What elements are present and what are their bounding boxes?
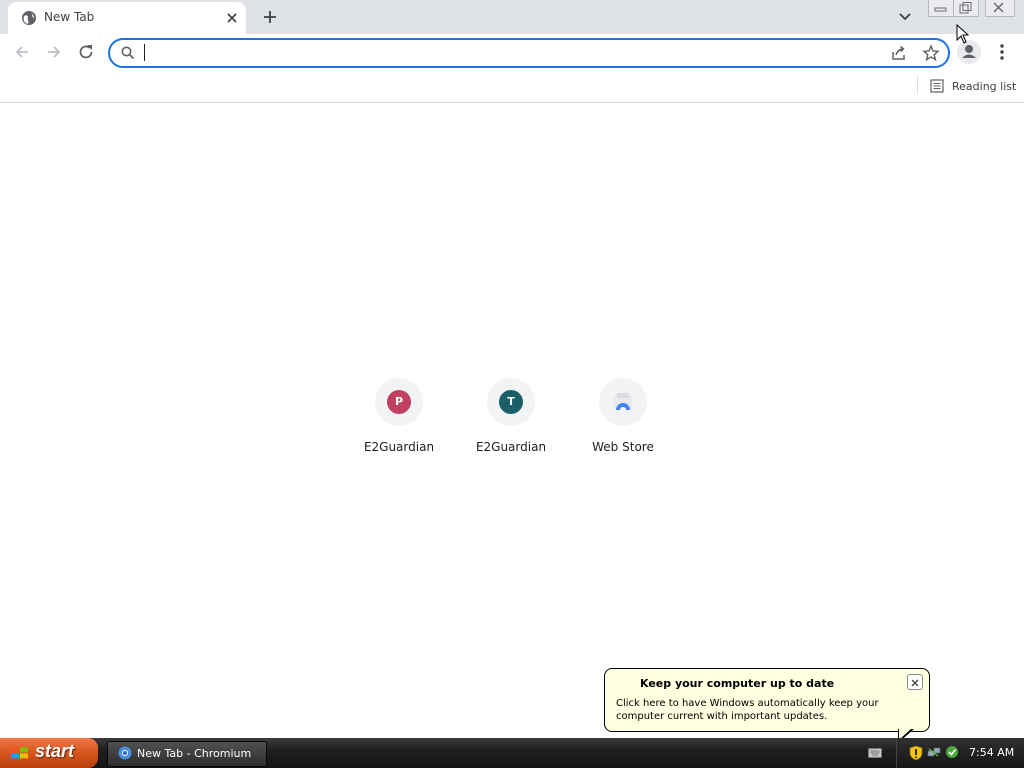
browser-toolbar (0, 34, 1024, 70)
update-notification-balloon[interactable]: Keep your computer up to date Click here… (604, 668, 930, 732)
taskbar-item-chromium[interactable]: New Tab - Chromium (107, 741, 267, 767)
shortcut-label: E2Guardian (363, 440, 435, 454)
system-tray: 7:54 AM (896, 738, 1024, 768)
shortcut-letter-icon: T (499, 390, 523, 414)
reload-button[interactable] (76, 42, 96, 62)
more-menu-icon[interactable] (993, 42, 1011, 62)
start-button[interactable]: start (0, 738, 98, 768)
web-store-icon (614, 393, 632, 410)
shortcut-icon-circle: P (375, 378, 423, 426)
shortcut-icon-circle: T (487, 378, 535, 426)
minimize-icon (934, 7, 947, 12)
shortcut-tile[interactable]: P E2Guardian (343, 376, 455, 466)
shortcut-letter-icon: P (387, 390, 411, 414)
balloon-text: Click here to have Windows automatically… (616, 698, 879, 722)
restore-button[interactable] (953, 0, 979, 17)
shortcut-label: E2Guardian (475, 440, 547, 454)
network-icon[interactable] (927, 745, 941, 759)
search-icon (121, 46, 135, 60)
tab-strip: New Tab (0, 0, 1024, 34)
share-icon[interactable] (890, 44, 908, 62)
windows-logo-icon (11, 747, 28, 759)
omnibox-input[interactable] (142, 43, 876, 65)
shortcut-label: Web Store (592, 440, 654, 454)
mouse-cursor-icon (956, 24, 970, 44)
clock[interactable]: 7:54 AM (969, 746, 1014, 759)
start-label: start (35, 741, 75, 761)
address-bar[interactable] (108, 38, 950, 68)
balloon-close-button[interactable] (907, 674, 923, 690)
close-icon (911, 679, 919, 687)
reading-list-icon (930, 79, 944, 93)
reading-list-button[interactable]: Reading list (930, 76, 1016, 96)
close-window-button[interactable] (985, 0, 1015, 17)
globe-icon (22, 11, 36, 25)
shortcut-tile[interactable]: T E2Guardian (455, 376, 567, 466)
chevron-down-icon[interactable] (896, 8, 914, 26)
bookmarks-bar: Reading list (0, 70, 1024, 103)
restore-icon (959, 2, 972, 14)
bookmarks-separator (917, 76, 918, 94)
tab-title: New Tab (44, 10, 95, 24)
text-caret (144, 44, 145, 61)
reading-list-label: Reading list (952, 79, 1017, 93)
security-shield-icon[interactable] (909, 745, 923, 761)
close-tab-icon[interactable] (224, 10, 240, 26)
new-tab-button[interactable] (260, 7, 280, 27)
taskbar-item-label: New Tab - Chromium (137, 747, 252, 760)
close-icon (993, 2, 1004, 13)
minimize-button[interactable] (928, 0, 954, 17)
shortcut-tile[interactable]: Web Store (567, 376, 679, 466)
chromium-icon (118, 746, 132, 760)
forward-button[interactable] (44, 42, 64, 62)
bookmark-star-icon[interactable] (922, 44, 940, 62)
tab-new-tab[interactable]: New Tab (8, 2, 246, 34)
keyboard-icon[interactable] (868, 747, 882, 759)
shortcut-icon-circle (599, 378, 647, 426)
back-button[interactable] (12, 42, 32, 62)
update-icon[interactable] (945, 745, 959, 759)
balloon-title: Keep your computer up to date (640, 677, 835, 690)
